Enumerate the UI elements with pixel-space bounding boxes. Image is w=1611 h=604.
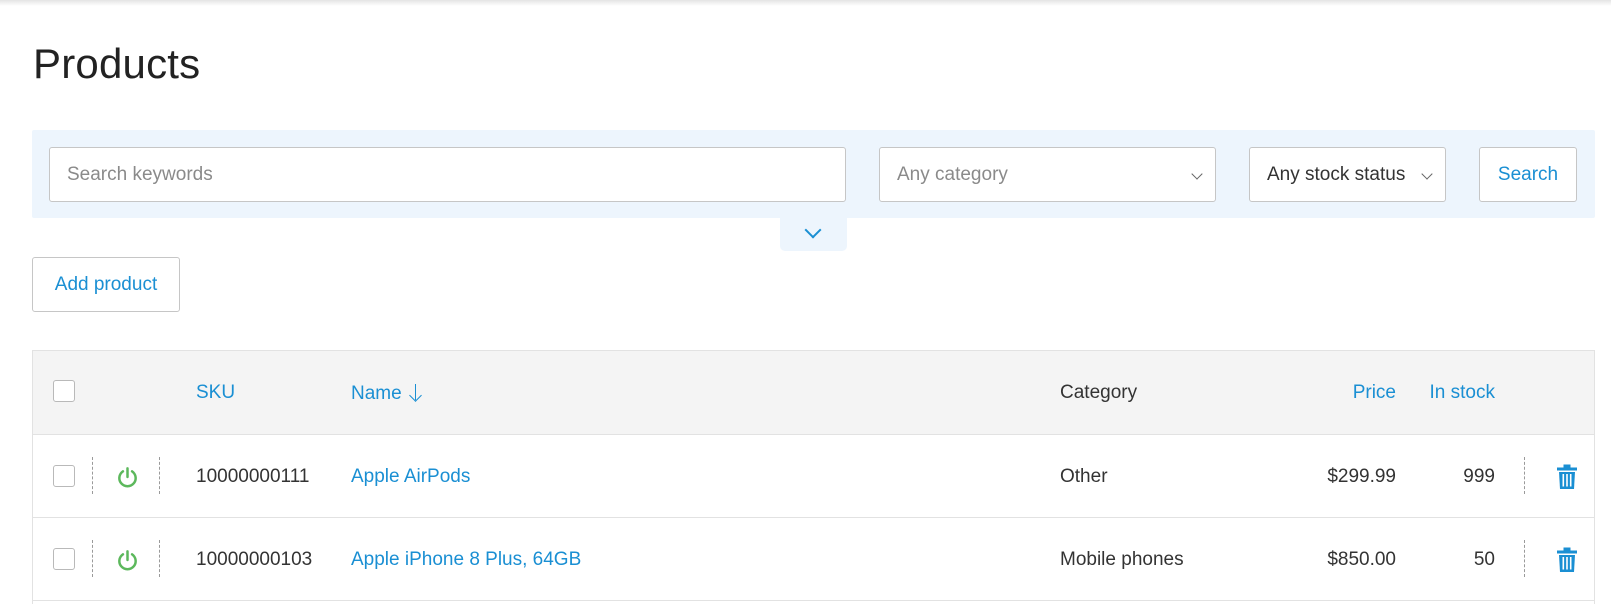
divider [159,540,160,577]
search-keywords-input[interactable] [49,147,846,202]
divider [159,457,160,494]
table-header: SKU Name Category Price In stock [33,351,1594,435]
column-header-price[interactable]: Price [1353,382,1396,404]
arrow-down-icon [410,382,422,402]
select-all-checkbox[interactable] [53,380,75,402]
divider [92,540,93,577]
page-title: Products [33,40,201,87]
top-shadow [0,0,1611,6]
in-stock-cell: 50 [1473,549,1495,570]
row-checkbox[interactable] [53,465,75,487]
trash-icon[interactable] [1556,547,1578,573]
price-cell: $850.00 [1327,549,1396,570]
divider [1524,457,1525,494]
column-header-sku[interactable]: SKU [196,382,235,404]
row-checkbox[interactable] [53,548,75,570]
stock-status-select-value: Any stock status [1267,163,1406,185]
search-panel: Any category Any stock status Search [32,130,1595,218]
stock-status-select[interactable]: Any stock status [1249,147,1446,202]
add-product-button[interactable]: Add product [32,257,180,312]
category-cell: Other [1060,466,1108,487]
column-header-category: Category [1060,382,1138,403]
product-name-link[interactable]: Apple iPhone 8 Plus, 64GB [351,549,581,571]
divider [92,457,93,494]
sku-cell: 10000000111 [196,466,310,487]
divider [1524,540,1525,577]
category-select[interactable]: Any category [879,147,1216,202]
chevron-down-icon [1191,168,1203,180]
search-button[interactable]: Search [1479,147,1577,202]
trash-icon[interactable] [1556,464,1578,490]
column-header-in-stock[interactable]: In stock [1430,382,1495,404]
chevron-down-icon [804,221,822,239]
sku-cell: 10000000103 [196,549,313,570]
table-row: 10000000111 Apple AirPods Other $299.99 … [33,435,1594,518]
in-stock-cell: 999 [1463,466,1495,487]
product-name-link[interactable]: Apple AirPods [351,466,470,488]
category-select-value: Any category [897,163,1008,185]
table-row: 10000000103 Apple iPhone 8 Plus, 64GB Mo… [33,518,1594,601]
category-cell: Mobile phones [1060,549,1184,570]
column-header-name[interactable]: Name [351,382,422,405]
expand-filters-button[interactable] [780,218,847,251]
power-icon[interactable] [116,549,139,572]
column-header-name-label: Name [351,383,402,404]
power-icon[interactable] [116,466,139,489]
price-cell: $299.99 [1327,466,1396,487]
chevron-down-icon [1421,168,1433,180]
products-table: SKU Name Category Price In stock 1000000… [32,350,1595,604]
